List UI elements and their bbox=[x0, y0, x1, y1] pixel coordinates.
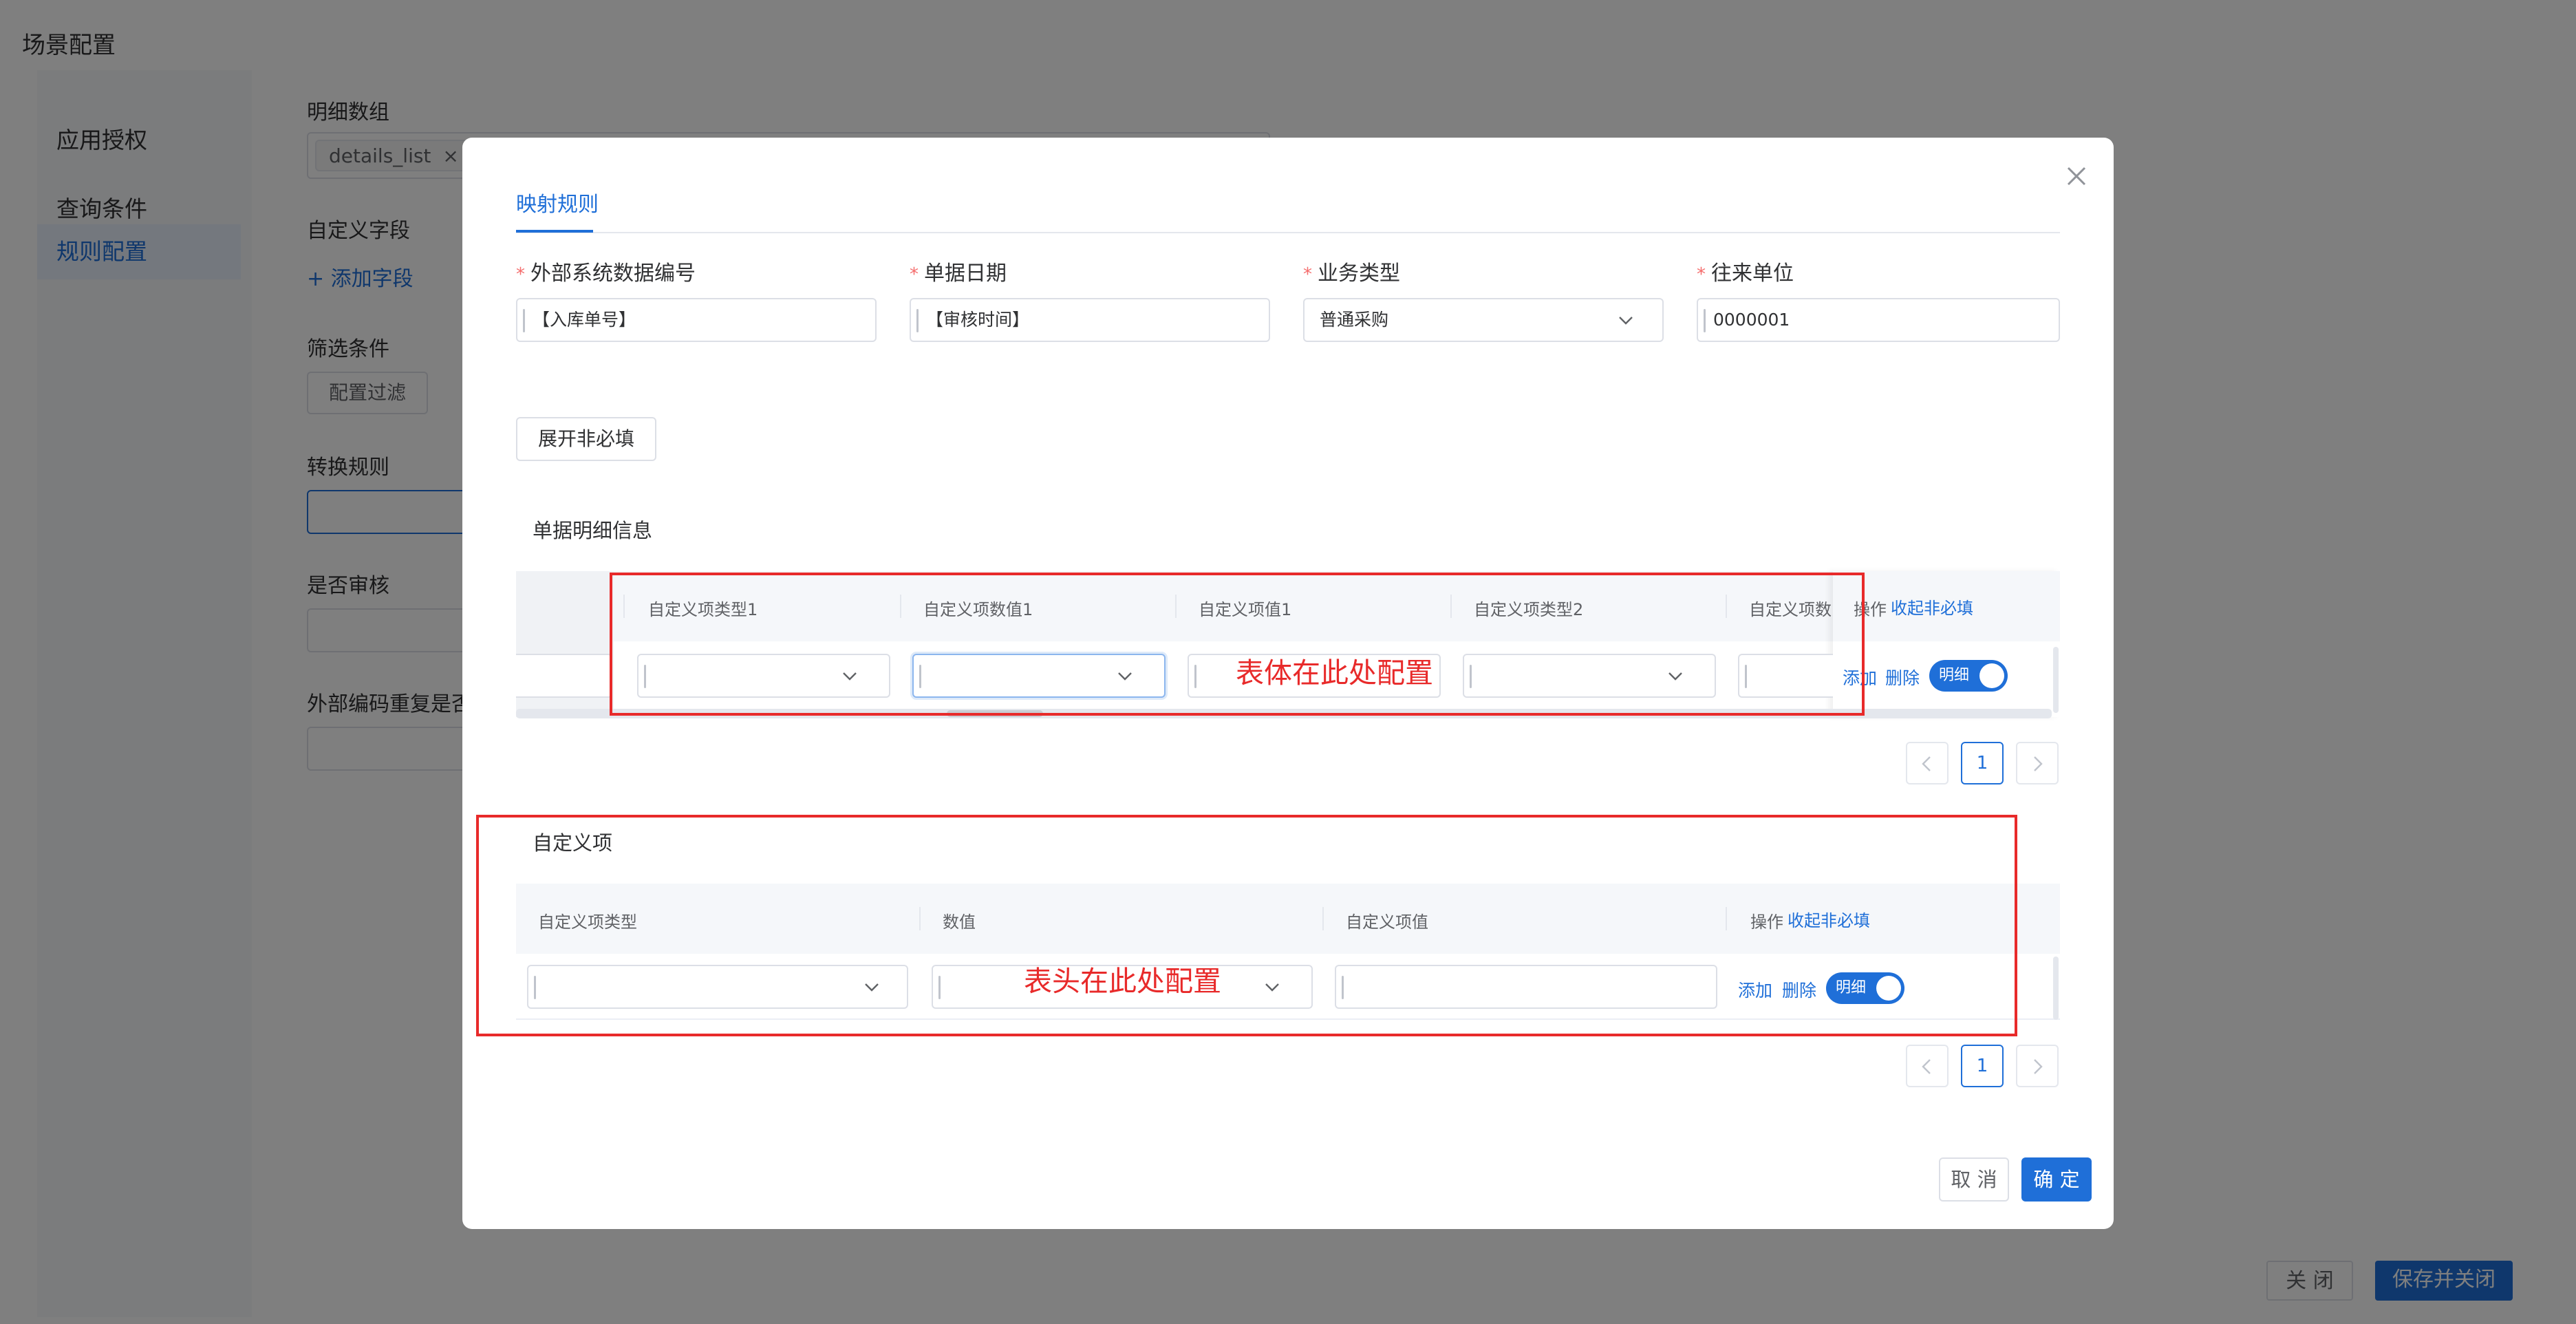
toggle-label: 明细 bbox=[1939, 667, 1970, 684]
partner-value: 0000001 bbox=[1713, 310, 1790, 330]
tab-active-bar bbox=[516, 230, 593, 233]
body-vertical-scrollbar[interactable] bbox=[2053, 647, 2059, 713]
header-vertical-scrollbar[interactable] bbox=[2053, 957, 2059, 1020]
chevron-right-icon bbox=[2034, 1059, 2043, 1074]
chevron-right-icon bbox=[2034, 756, 2043, 771]
body-next-page-button[interactable] bbox=[2016, 742, 2059, 784]
header-page-number[interactable]: 1 bbox=[1961, 1045, 2004, 1087]
field-label-external-id: * 外部系统数据编号 bbox=[516, 256, 696, 286]
chevron-down-icon bbox=[1619, 317, 1633, 325]
biz-type-value: 普通采购 bbox=[1320, 310, 1389, 330]
external-id-input[interactable]: 【入库单号】 bbox=[516, 298, 877, 342]
field-label-text: 外部系统数据编号 bbox=[530, 261, 696, 286]
confirm-button[interactable]: 确 定 bbox=[2021, 1157, 2092, 1202]
field-label-doc-date: * 单据日期 bbox=[910, 256, 1007, 286]
body-cell-scrolled[interactable] bbox=[516, 654, 612, 698]
required-mark: * bbox=[910, 264, 919, 285]
tab-mapping-rules[interactable]: 映射规则 bbox=[516, 187, 599, 217]
close-icon[interactable] bbox=[2063, 162, 2090, 190]
doc-date-value: 【审核时间】 bbox=[926, 310, 1030, 330]
toggle-knob bbox=[1979, 663, 2004, 688]
doc-date-input[interactable]: 【审核时间】 bbox=[910, 298, 1270, 342]
body-annotation-box bbox=[610, 573, 1865, 716]
body-page-number[interactable]: 1 bbox=[1961, 742, 2004, 784]
field-label-partner: * 往来单位 bbox=[1697, 256, 1794, 286]
field-label-text: 单据日期 bbox=[924, 261, 1007, 286]
expand-optional-button[interactable]: 展开非必填 bbox=[516, 417, 656, 461]
input-caret bbox=[916, 309, 919, 332]
chevron-left-icon bbox=[1922, 1059, 1931, 1074]
required-mark: * bbox=[1303, 264, 1312, 285]
body-delete-link[interactable]: 删除 bbox=[1885, 665, 1920, 690]
body-detail-toggle[interactable]: 明细 bbox=[1929, 660, 2008, 692]
body-annotation-text: 表体在此处配置 bbox=[1236, 656, 1433, 690]
input-caret bbox=[523, 309, 525, 332]
header-annotation-text: 表头在此处配置 bbox=[1024, 965, 1221, 998]
collapse-optional-link[interactable]: 收起非必填 bbox=[1891, 595, 1973, 619]
body-section-title: 单据明细信息 bbox=[533, 519, 653, 542]
header-prev-page-button[interactable] bbox=[1906, 1045, 1949, 1087]
input-caret bbox=[1704, 309, 1706, 332]
field-label-text: 往来单位 bbox=[1711, 261, 1794, 286]
biz-type-select[interactable]: 普通采购 bbox=[1303, 298, 1664, 342]
tab-divider bbox=[516, 232, 2060, 233]
header-next-page-button[interactable] bbox=[2016, 1045, 2059, 1087]
partner-input[interactable]: 0000001 bbox=[1697, 298, 2060, 342]
required-mark: * bbox=[1697, 264, 1706, 285]
header-annotation-box bbox=[476, 815, 2017, 1036]
body-prev-page-button[interactable] bbox=[1906, 742, 1949, 784]
chevron-left-icon bbox=[1922, 756, 1931, 771]
required-mark: * bbox=[516, 264, 525, 285]
external-id-value: 【入库单号】 bbox=[533, 310, 636, 330]
field-label-biz-type: * 业务类型 bbox=[1303, 256, 1400, 286]
cancel-button[interactable]: 取 消 bbox=[1939, 1157, 2009, 1202]
field-label-text: 业务类型 bbox=[1318, 261, 1400, 286]
